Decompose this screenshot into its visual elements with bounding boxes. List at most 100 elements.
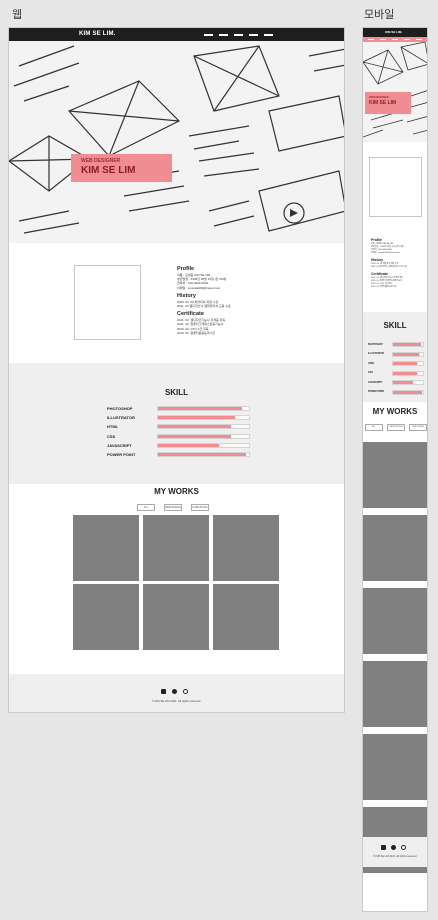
skill-row: PHOTOSHOP [107, 404, 250, 413]
mobile-hero-subtitle: WEB DESIGNER [369, 96, 389, 99]
copyright-text: © KIM SE LIM 2021. All rights reserved. [372, 855, 418, 858]
work-thumbnail[interactable] [363, 734, 427, 800]
profile-line: 이메일 : sunpala999@naver.com [177, 285, 221, 290]
skill-row: POWER POINT [107, 450, 250, 459]
mobile-nav-item[interactable] [368, 39, 374, 40]
skill-row: POWER POINT [368, 388, 424, 398]
mobile-skill-bars: PHOTOSHOP ILLUSTRATOR HTML CSS JAVASCRIPT POW… [368, 340, 424, 397]
nav-item[interactable] [219, 34, 228, 36]
skill-bar-fill [158, 407, 242, 411]
work-thumbnail[interactable] [363, 442, 427, 508]
work-thumbnail[interactable] [213, 515, 279, 581]
work-thumbnail[interactable] [213, 584, 279, 650]
mobile-works-filter-tabs: ALL WEB DESIGN PUBLISHING [365, 424, 427, 431]
skill-name: HTML [107, 424, 119, 430]
profile-heading: Profile [177, 266, 195, 272]
mobile-nav-item[interactable] [380, 39, 386, 40]
skill-row: PHOTOSHOP [368, 340, 424, 350]
instagram-icon[interactable] [401, 845, 406, 850]
mobile-hero-name: KIM SE LIM [369, 100, 397, 106]
skill-bar-track [392, 361, 424, 367]
skill-bar-fill [158, 453, 247, 457]
skill-bar-track [392, 370, 424, 376]
hero-title-badge: WEB DESIGNER KIM SE LIM [71, 154, 172, 182]
skill-row: HTML [368, 359, 424, 369]
works-tab-web-design[interactable]: WEB DESIGN [387, 424, 405, 431]
works-heading: MY WORKS [154, 487, 199, 496]
skill-bar-fill [158, 443, 219, 447]
mobile-works-list [363, 442, 427, 880]
works-tab-all[interactable]: ALL [365, 424, 383, 431]
skill-row: CSS [107, 432, 250, 441]
work-thumbnail[interactable] [143, 515, 209, 581]
mobile-skill-heading: SKILL [383, 321, 407, 330]
work-thumbnail[interactable] [363, 515, 427, 581]
skill-bar-fill [158, 434, 231, 438]
mobile-nav-item[interactable] [392, 39, 398, 40]
skill-row: ILLUSTRATOR [107, 413, 250, 422]
mobile-profile-photo [369, 157, 422, 217]
works-filter-tabs: ALL WEB DESIGN PUBLISHING [137, 504, 209, 511]
hero-subtitle: WEB DESIGNER [81, 158, 121, 164]
mobile-nav-item[interactable] [416, 39, 422, 40]
nav-item[interactable] [204, 34, 213, 36]
skill-row: ILLUSTRATOR [368, 350, 424, 360]
skill-bar-fill [393, 371, 417, 375]
works-tab-all[interactable]: ALL [137, 504, 155, 511]
skill-bar-track [157, 415, 250, 421]
skill-bar-track [392, 342, 424, 348]
work-thumbnail[interactable] [73, 515, 139, 581]
mobile-hero-title-badge: WEB DESIGNER KIM SE LIM [365, 92, 411, 114]
works-tab-web-design[interactable]: WEB DESIGN [164, 504, 182, 511]
history-line: 2021. 02 웹디자인 & 웹퍼블리셔 교육 수료 [177, 304, 231, 309]
works-section: MY WORKS ALL WEB DESIGN PUBLISHING [9, 484, 344, 674]
work-thumbnail[interactable] [363, 661, 427, 727]
skill-bar-track [392, 351, 424, 357]
skill-bars: PHOTOSHOP ILLUSTRATOR HTML CSS JAVASCRIPT POW… [107, 404, 250, 459]
kakao-icon[interactable] [172, 689, 177, 694]
work-thumbnail[interactable] [73, 584, 139, 650]
work-thumbnail[interactable] [363, 588, 427, 654]
skill-name: HTML [368, 362, 375, 365]
social-icons [381, 845, 406, 850]
skill-row: JAVASCRIPT [107, 441, 250, 450]
nav-item[interactable] [264, 34, 273, 36]
skill-bar-track [157, 433, 250, 439]
skill-bar-fill [393, 381, 414, 385]
skill-name: ILLUSTRATOR [368, 353, 384, 356]
kakao-icon[interactable] [391, 845, 396, 850]
skill-section: SKILL PHOTOSHOP ILLUSTRATOR HTML CSS JAVASCR… [9, 363, 344, 484]
hero-section: WEB DESIGNER KIM SE LIM [9, 41, 344, 243]
facebook-icon[interactable] [381, 845, 386, 850]
skill-bar-fill [393, 343, 421, 347]
instagram-icon[interactable] [183, 689, 188, 694]
skill-heading: SKILL [164, 388, 189, 397]
skill-name: ILLUSTRATOR [107, 415, 135, 421]
mobile-nav-item[interactable] [404, 39, 410, 40]
nav-item[interactable] [234, 34, 243, 36]
copyright-text: © KIM SE LIM 2021. All rights reserved. [151, 699, 202, 703]
web-footer: © KIM SE LIM 2021. All rights reserved. [9, 674, 344, 712]
skill-bar-track [157, 424, 250, 430]
skill-bar-track [157, 406, 250, 412]
skill-bar-fill [158, 425, 231, 429]
skill-bar-track [392, 380, 424, 386]
works-tab-publishing[interactable]: PUBLISHING [191, 504, 209, 511]
mobile-works-heading: MY WORKS [372, 407, 418, 416]
certificate-heading: Certificate [371, 272, 389, 276]
certificate-heading: Certificate [177, 311, 204, 318]
site-logo[interactable]: KIM SE LIM. [79, 31, 116, 37]
work-thumbnail[interactable] [143, 584, 209, 650]
mobile-footer: © KIM SE LIM 2021. All rights reserved. [363, 837, 427, 867]
mobile-profile-section: Profile 이름 : 김세림 KIM SE LIM 생년월일 : 1995년… [363, 142, 427, 312]
skill-name: CSS [107, 433, 116, 439]
web-artboard: KIM SE LIM. WEB DESIGNER KIM SE LIM Prof… [8, 27, 345, 713]
profile-photo [74, 265, 141, 340]
mobile-site-logo[interactable]: KIM SE LIM. [385, 30, 402, 34]
skill-row: CSS [368, 369, 424, 379]
works-tab-publishing[interactable]: PUBLISHING [409, 424, 427, 431]
social-icons [161, 689, 188, 694]
facebook-icon[interactable] [161, 689, 166, 694]
mobile-skill-section: SKILL PHOTOSHOP ILLUSTRATOR HTML CSS JAVASCR… [363, 312, 427, 402]
nav-item[interactable] [249, 34, 258, 36]
